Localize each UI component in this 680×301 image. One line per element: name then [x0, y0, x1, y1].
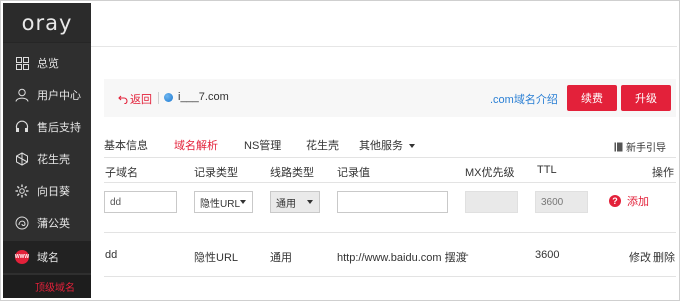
- book-icon: [614, 142, 623, 151]
- tab-peanut-shell[interactable]: 花生壳: [306, 137, 339, 153]
- tab-dns-resolution[interactable]: 域名解析: [174, 137, 218, 153]
- sidebar-item-label: 用户中心: [37, 90, 81, 102]
- row-ttl: 3600: [535, 249, 560, 261]
- column-header: 记录值: [337, 167, 370, 179]
- line-type-select[interactable]: 通用: [270, 191, 320, 213]
- back-arrow-icon: [118, 95, 128, 104]
- row-record-value: http://www.baidu.com 摆渡: [337, 252, 467, 264]
- sidebar-item-label: 蒲公英: [37, 218, 70, 230]
- help-icon[interactable]: ?: [609, 195, 621, 207]
- tab-other-services[interactable]: 其他服务: [359, 137, 415, 153]
- sidebar-item-label: 向日葵: [37, 186, 70, 198]
- sidebar: oray 总览 用户中心 售后支持 花生壳 向日葵 蒲公英 WWW 域名 顶级域…: [3, 3, 91, 298]
- chevron-down-icon: [409, 144, 415, 149]
- chevron-down-icon: [307, 200, 313, 204]
- sidebar-item-support[interactable]: 售后支持: [3, 111, 91, 143]
- column-header: 线路类型: [270, 167, 314, 179]
- beginner-guide-link[interactable]: 新手引导: [614, 139, 666, 154]
- tab-bar: 基本信息 域名解析 NS管理 花生壳 其他服务 新手引导: [104, 137, 676, 157]
- com-domain-intro-link[interactable]: .com域名介绍: [490, 91, 558, 107]
- column-header: 操作: [652, 167, 674, 179]
- sidebar-item-dandelion[interactable]: 蒲公英: [3, 207, 91, 239]
- subdomain-input[interactable]: dd: [104, 191, 177, 213]
- support-icon: [15, 120, 29, 134]
- renew-button[interactable]: 续费: [567, 85, 617, 111]
- divider: [104, 182, 676, 183]
- divider: [104, 276, 676, 277]
- dandelion-icon: [15, 216, 29, 230]
- sidebar-item-label: 花生壳: [37, 154, 70, 166]
- tab-basic-info[interactable]: 基本信息: [104, 137, 148, 153]
- add-record-button[interactable]: ? 添加: [609, 193, 649, 209]
- row-mx-priority: -: [465, 249, 469, 261]
- sidebar-item-label: 域名: [37, 252, 59, 264]
- sunflower-icon: [15, 184, 29, 198]
- mx-priority-input: [465, 191, 518, 213]
- domain-name: i___7.com: [164, 91, 229, 103]
- column-header: MX优先级: [465, 167, 515, 179]
- row-record-type: 隐性URL: [194, 252, 239, 264]
- sidebar-item-label: 售后支持: [37, 122, 81, 134]
- chevron-down-icon: [240, 200, 246, 204]
- record-value-input[interactable]: [337, 191, 448, 213]
- globe-icon: [164, 92, 173, 102]
- divider: [104, 232, 676, 233]
- column-header: 子域名: [105, 167, 138, 179]
- grid-icon: [15, 56, 29, 70]
- column-header: 记录类型: [194, 167, 238, 179]
- edit-link[interactable]: 修改: [629, 249, 651, 265]
- ttl-input: 3600: [535, 191, 588, 213]
- sidebar-item-label: 总览: [37, 58, 59, 70]
- row-subdomain: dd: [105, 249, 118, 261]
- row-line-type: 通用: [270, 252, 292, 264]
- sidebar-item-user-center[interactable]: 用户中心: [3, 79, 91, 111]
- oray-logo: oray: [3, 3, 91, 43]
- sidebar-item-peanut-shell[interactable]: 花生壳: [3, 143, 91, 175]
- tab-ns-management[interactable]: NS管理: [244, 137, 281, 153]
- column-header: TTL: [537, 164, 557, 176]
- user-icon: [15, 88, 29, 102]
- sidebar-item-sunflower[interactable]: 向日葵: [3, 175, 91, 207]
- back-link[interactable]: 返回: [118, 91, 152, 107]
- sidebar-item-domain[interactable]: WWW 域名: [3, 241, 91, 273]
- peanut-shell-icon: [15, 152, 29, 166]
- delete-link[interactable]: 删除: [653, 249, 675, 265]
- record-type-select[interactable]: 隐性URL: [194, 191, 253, 213]
- divider: [104, 157, 676, 158]
- divider: [158, 92, 159, 104]
- top-bar: [91, 3, 677, 47]
- sidebar-item-overview[interactable]: 总览: [3, 47, 91, 79]
- upgrade-button[interactable]: 升级: [621, 85, 671, 111]
- sidebar-subitem-top-level-domain[interactable]: 顶级域名: [3, 275, 91, 298]
- www-icon: WWW: [15, 250, 29, 264]
- domain-info-bar: 返回 i___7.com .com域名介绍 续费 升级: [104, 79, 676, 117]
